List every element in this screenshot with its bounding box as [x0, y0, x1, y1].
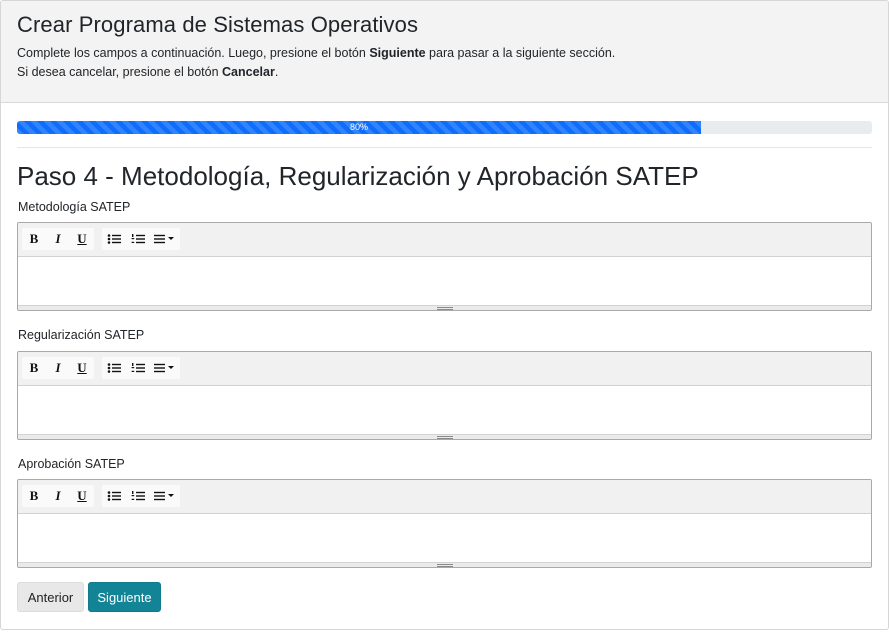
- divider: [17, 147, 872, 148]
- bulleted-list-icon[interactable]: [102, 228, 126, 250]
- paragraph-group: [102, 357, 180, 379]
- instructions-line-2: Si desea cancelar, presione el botón Can…: [17, 65, 279, 79]
- progress-bar-track: 80%: [17, 121, 872, 134]
- align-dropdown-icon[interactable]: [150, 357, 180, 379]
- bold-icon[interactable]: B: [22, 485, 46, 507]
- resize-handle[interactable]: [18, 305, 871, 310]
- resize-grip-icon: [437, 436, 453, 439]
- editor-content-area[interactable]: [18, 514, 871, 562]
- bold-icon[interactable]: B: [22, 228, 46, 250]
- bulleted-list-icon[interactable]: [102, 357, 126, 379]
- editor-content-area[interactable]: [18, 386, 871, 434]
- instructions-line-1: Complete los campos a continuación. Lueg…: [17, 46, 616, 60]
- editor-toolbar: B I U: [18, 223, 871, 257]
- previous-button[interactable]: Anterior: [17, 582, 84, 612]
- editor-metodologia: B I U: [17, 222, 872, 311]
- card-header: Crear Programa de Sistemas Operativos Co…: [1, 1, 888, 103]
- numbered-list-icon[interactable]: [126, 228, 150, 250]
- editor-regularizacion: B I U: [17, 351, 872, 440]
- paragraph-group: [102, 228, 180, 250]
- field-label-aprobacion: Aprobación SATEP: [18, 457, 125, 471]
- underline-icon[interactable]: U: [70, 357, 94, 379]
- form-card: Crear Programa de Sistemas Operativos Co…: [0, 0, 889, 630]
- bulleted-list-icon[interactable]: [102, 485, 126, 507]
- paragraph-group: [102, 485, 180, 507]
- underline-icon[interactable]: U: [70, 485, 94, 507]
- align-dropdown-icon[interactable]: [150, 485, 180, 507]
- editor-aprobacion: B I U: [17, 479, 872, 568]
- step-title: Paso 4 - Metodología, Regularización y A…: [17, 161, 699, 191]
- editor-toolbar: B I U: [18, 480, 871, 514]
- numbered-list-icon[interactable]: [126, 357, 150, 379]
- format-group: B I U: [22, 485, 94, 507]
- format-group: B I U: [22, 228, 94, 250]
- field-label-metodologia: Metodología SATEP: [18, 200, 131, 214]
- page-title: Crear Programa de Sistemas Operativos: [17, 12, 419, 37]
- next-button[interactable]: Siguiente: [88, 582, 161, 612]
- align-dropdown-icon[interactable]: [150, 228, 180, 250]
- resize-handle[interactable]: [18, 434, 871, 439]
- progress-bar-fill: 80%: [17, 121, 701, 134]
- numbered-list-icon[interactable]: [126, 485, 150, 507]
- bold-icon[interactable]: B: [22, 357, 46, 379]
- editor-toolbar: B I U: [18, 352, 871, 386]
- italic-icon[interactable]: I: [46, 485, 70, 507]
- resize-grip-icon: [437, 307, 453, 310]
- resize-grip-icon: [437, 564, 453, 567]
- italic-icon[interactable]: I: [46, 357, 70, 379]
- resize-handle[interactable]: [18, 562, 871, 567]
- format-group: B I U: [22, 357, 94, 379]
- editor-content-area[interactable]: [18, 257, 871, 305]
- field-label-regularizacion: Regularización SATEP: [18, 328, 145, 342]
- italic-icon[interactable]: I: [46, 228, 70, 250]
- underline-icon[interactable]: U: [70, 228, 94, 250]
